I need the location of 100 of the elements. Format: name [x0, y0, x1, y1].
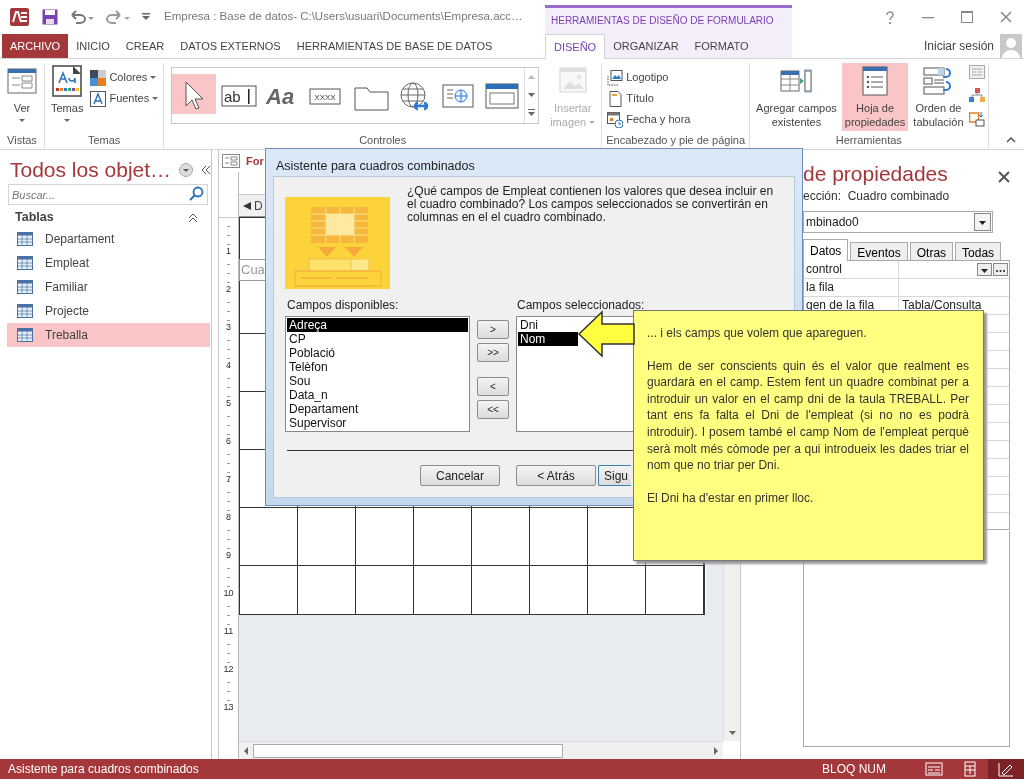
date-time-icon — [607, 111, 624, 128]
dialog-button[interactable]: Sigu — [598, 465, 631, 486]
relationships-icon[interactable] — [968, 88, 985, 104]
dropdown-icon[interactable] — [974, 213, 991, 231]
dialog-button[interactable]: < Atrás — [516, 465, 596, 486]
ribbon-tab[interactable]: CREAR — [117, 34, 173, 58]
group-header: Tablas — [15, 209, 54, 227]
list-item[interactable]: Sou — [287, 374, 468, 388]
dropdown-icon[interactable] — [977, 263, 992, 276]
move-button[interactable]: << — [477, 400, 509, 419]
close-icon[interactable] — [1000, 11, 1012, 23]
collapse-pane-icon[interactable] — [201, 164, 212, 175]
ribbon-tab[interactable]: ARCHIVO — [2, 34, 69, 58]
nav-item[interactable]: Projecte — [7, 299, 210, 323]
label-icon: Aa — [262, 75, 303, 116]
collapse-ribbon-icon[interactable] — [1006, 137, 1016, 143]
nav-item[interactable]: Empleat — [7, 251, 210, 275]
list-item[interactable]: CP — [287, 332, 468, 346]
sign-in-link[interactable]: Iniciar sesión — [923, 37, 994, 55]
context-tab-label: HERRAMIENTAS DE DISEÑO DE FORMULARIO — [550, 13, 774, 28]
list-item[interactable]: Data_n — [287, 388, 468, 402]
note-paragraph: ... i els camps que volem que apareguen. — [647, 325, 868, 342]
maximize-icon[interactable] — [961, 11, 973, 23]
ribbon-button[interactable]: Orden de tabulación — [910, 63, 967, 131]
ribbon-button[interactable]: Agregar campos existentes — [753, 63, 840, 131]
form-view-icon — [6, 65, 38, 97]
close-icon[interactable] — [998, 171, 1010, 183]
ribbon-button[interactable]: Logotipo — [605, 67, 693, 88]
ribbon-button[interactable]: Título — [605, 88, 693, 109]
selection-type: ección: Cuadro combinado — [803, 188, 951, 205]
customize-icon[interactable] — [142, 13, 150, 21]
group-label: Controles — [358, 133, 408, 148]
ribbon-button[interactable]: Hoja de propiedades — [841, 63, 909, 131]
control-tool[interactable] — [172, 74, 217, 114]
window-title: Empresa : Base de datos- C:\Users\usuari\Documents\Empresa.acc… — [164, 9, 523, 25]
ribbon-tab[interactable]: ORGANIZAR — [605, 34, 687, 58]
list-item[interactable]: Supervisor — [287, 416, 468, 430]
build-icon[interactable] — [993, 263, 1008, 276]
section-icon — [242, 200, 252, 211]
move-button[interactable]: < — [477, 377, 509, 396]
field-list[interactable]: Dni Nom — [516, 316, 634, 432]
redo-icon[interactable] — [106, 10, 130, 24]
logo-icon — [607, 69, 624, 86]
ribbon-tab[interactable]: HERRAMIENTAS DE BASE DE DATOS — [288, 34, 501, 58]
list-item[interactable]: Adreça — [287, 318, 468, 332]
control-tool[interactable]: ab — [216, 68, 261, 123]
form-view-icon — [925, 761, 943, 777]
collapse-group-icon[interactable] — [188, 212, 198, 223]
dialog-title: Asistente para cuadros combinados — [275, 158, 476, 175]
field-list[interactable]: Adreça CP Població Telèfon Sou Data_n Departament Supervisor — [285, 316, 470, 432]
group-label: Herramientas — [834, 133, 903, 148]
group-label: Vistas — [6, 133, 38, 148]
save-icon[interactable] — [42, 9, 58, 25]
ribbon-tab[interactable]: INICIO — [68, 34, 118, 58]
panel-tab[interactable]: Datos — [803, 239, 849, 261]
ribbon-button[interactable]: Fuentes — [88, 88, 161, 109]
list-item[interactable]: Població — [287, 346, 468, 360]
horizontal-scrollbar[interactable] — [239, 741, 723, 759]
undo-icon[interactable] — [70, 10, 94, 24]
nav-item[interactable]: Treballa — [7, 323, 210, 347]
control-tool[interactable]: Aa — [260, 68, 305, 123]
list-item[interactable]: Dni — [518, 318, 578, 332]
control-name-field[interactable]: mbinado0 — [803, 211, 993, 233]
ribbon-tab[interactable]: DISEÑO — [545, 34, 606, 59]
control-tool[interactable]: XXXX — [304, 68, 349, 123]
nav-item[interactable]: Familiar — [7, 275, 210, 299]
view-button[interactable] — [988, 759, 1024, 779]
colors-icon — [90, 69, 107, 86]
document-tab[interactable]: For — [222, 152, 264, 170]
ribbon-tab[interactable]: DATOS EXTERNOS — [172, 34, 289, 58]
ribbon-button[interactable]: Ver — [3, 63, 41, 131]
help-icon[interactable] — [885, 10, 895, 24]
table-icon — [17, 328, 33, 342]
list-label: Campos seleccionados: — [516, 297, 646, 314]
ribbon-button[interactable]: Fecha y hora — [605, 109, 693, 130]
property-value[interactable]: Tabla/Consulta — [899, 297, 982, 314]
table-icon — [17, 304, 33, 318]
move-button[interactable]: > — [477, 320, 509, 339]
ribbon-button[interactable]: Temas — [48, 63, 87, 131]
dialog-button[interactable]: Cancelar — [420, 465, 500, 486]
ribbon-tab[interactable]: FORMATO — [686, 34, 757, 58]
fonts-icon — [90, 90, 107, 107]
note-paragraph: El Dni ha d'estar en primer lloc. — [647, 489, 815, 507]
nav-item[interactable]: Departament — [7, 227, 210, 251]
search-icon[interactable] — [189, 186, 205, 202]
move-button[interactable]: >> — [477, 343, 509, 362]
dropdown-icon[interactable] — [179, 162, 194, 177]
table-icon — [17, 256, 33, 270]
list-item[interactable]: Nom — [518, 332, 578, 346]
ribbon-button[interactable]: Colores — [88, 67, 161, 88]
convert-icon[interactable] — [968, 111, 985, 127]
design-view-icon — [997, 761, 1015, 777]
form-icon — [222, 154, 240, 168]
scroll-thumb[interactable] — [253, 743, 563, 758]
search-field[interactable]: Buscar... — [8, 184, 208, 205]
list-item[interactable]: Departament — [287, 402, 468, 416]
group-label: Temas — [86, 133, 122, 148]
list-item[interactable]: Telèfon — [287, 360, 468, 374]
app-icon[interactable] — [10, 7, 30, 27]
callout-arrow — [577, 310, 635, 358]
